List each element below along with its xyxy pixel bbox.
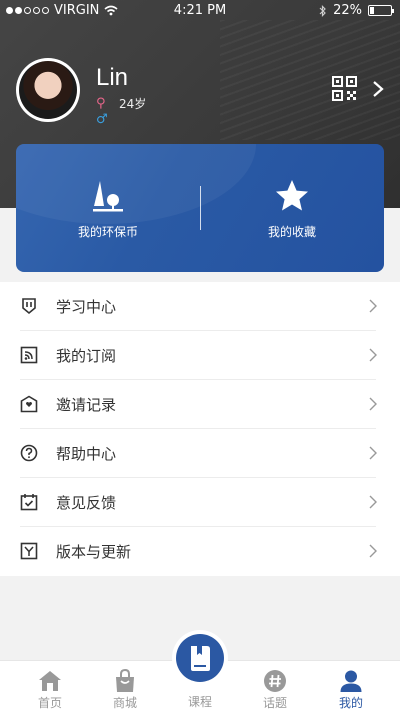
star-icon (276, 180, 308, 211)
avatar[interactable] (16, 58, 80, 122)
tab-home[interactable]: 首页 (20, 661, 80, 711)
chevron-right-icon (369, 495, 377, 509)
female-icon: ⚲ (96, 96, 106, 111)
menu-item-label: 邀请记录 (56, 396, 117, 414)
menu-item-label: 版本与更新 (56, 543, 132, 561)
chevron-right-icon[interactable] (372, 80, 384, 98)
favorites-label: 我的收藏 (267, 225, 316, 239)
update-icon (20, 542, 38, 560)
male-icon: ♂ (96, 112, 108, 127)
user-name: Lin (96, 64, 129, 91)
tab-label: 首页 (37, 696, 62, 710)
rss-icon (20, 346, 38, 364)
badge-icon (22, 298, 36, 315)
shopping-bag-icon (116, 669, 134, 692)
hashtag-icon (264, 670, 286, 692)
tab-label: 话题 (262, 696, 287, 710)
menu-item-feedback[interactable]: 意见反馈 (0, 478, 400, 527)
menu-list: 学习中心 我的订阅 邀请记录 帮助中心 意见反馈 版本与更新 (0, 282, 400, 576)
menu-item-subscriptions[interactable]: 我的订阅 (0, 331, 400, 380)
menu-item-help-center[interactable]: 帮助中心 (0, 429, 400, 478)
tab-topic[interactable]: 话题 (245, 661, 305, 711)
help-icon (20, 444, 38, 462)
menu-item-label: 帮助中心 (56, 445, 117, 463)
menu-item-label: 我的订阅 (56, 347, 117, 365)
menu-item-learning-center[interactable]: 学习中心 (0, 282, 400, 331)
user-icon (340, 670, 362, 692)
chevron-right-icon (369, 348, 377, 362)
invite-icon (20, 395, 38, 413)
status-bar: VIRGIN 4:21 PM 22% (0, 0, 400, 22)
menu-item-version-update[interactable]: 版本与更新 (0, 527, 400, 576)
favorites-button[interactable]: 我的收藏 (200, 144, 384, 272)
tab-mine[interactable]: 我的 (321, 661, 381, 711)
feedback-icon (20, 494, 38, 511)
battery-percent: 22% (333, 3, 362, 18)
user-age: 24岁 (119, 97, 147, 111)
chevron-right-icon (369, 544, 377, 558)
chevron-right-icon (369, 446, 377, 460)
qr-code-icon[interactable] (332, 76, 357, 101)
home-icon (39, 671, 61, 691)
eco-tree-icon (93, 181, 123, 212)
wallet-card: 我的环保币 我的收藏 (16, 144, 384, 272)
menu-item-invites[interactable]: 邀请记录 (0, 380, 400, 429)
chevron-right-icon (369, 397, 377, 411)
eco-coins-label: 我的环保币 (77, 225, 138, 239)
menu-item-label: 学习中心 (56, 298, 117, 316)
tab-course[interactable] (172, 630, 228, 686)
eco-coins-button[interactable]: 我的环保币 (16, 144, 200, 272)
bluetooth-icon (319, 4, 326, 17)
tab-course-label: 课程 (187, 695, 212, 709)
tab-label: 商城 (112, 696, 137, 710)
tab-label: 我的 (338, 696, 363, 710)
book-icon (191, 646, 210, 671)
chevron-right-icon (369, 299, 377, 313)
menu-item-label: 意见反馈 (56, 494, 117, 512)
battery-icon (368, 5, 394, 16)
tab-mall[interactable]: 商城 (95, 661, 155, 711)
